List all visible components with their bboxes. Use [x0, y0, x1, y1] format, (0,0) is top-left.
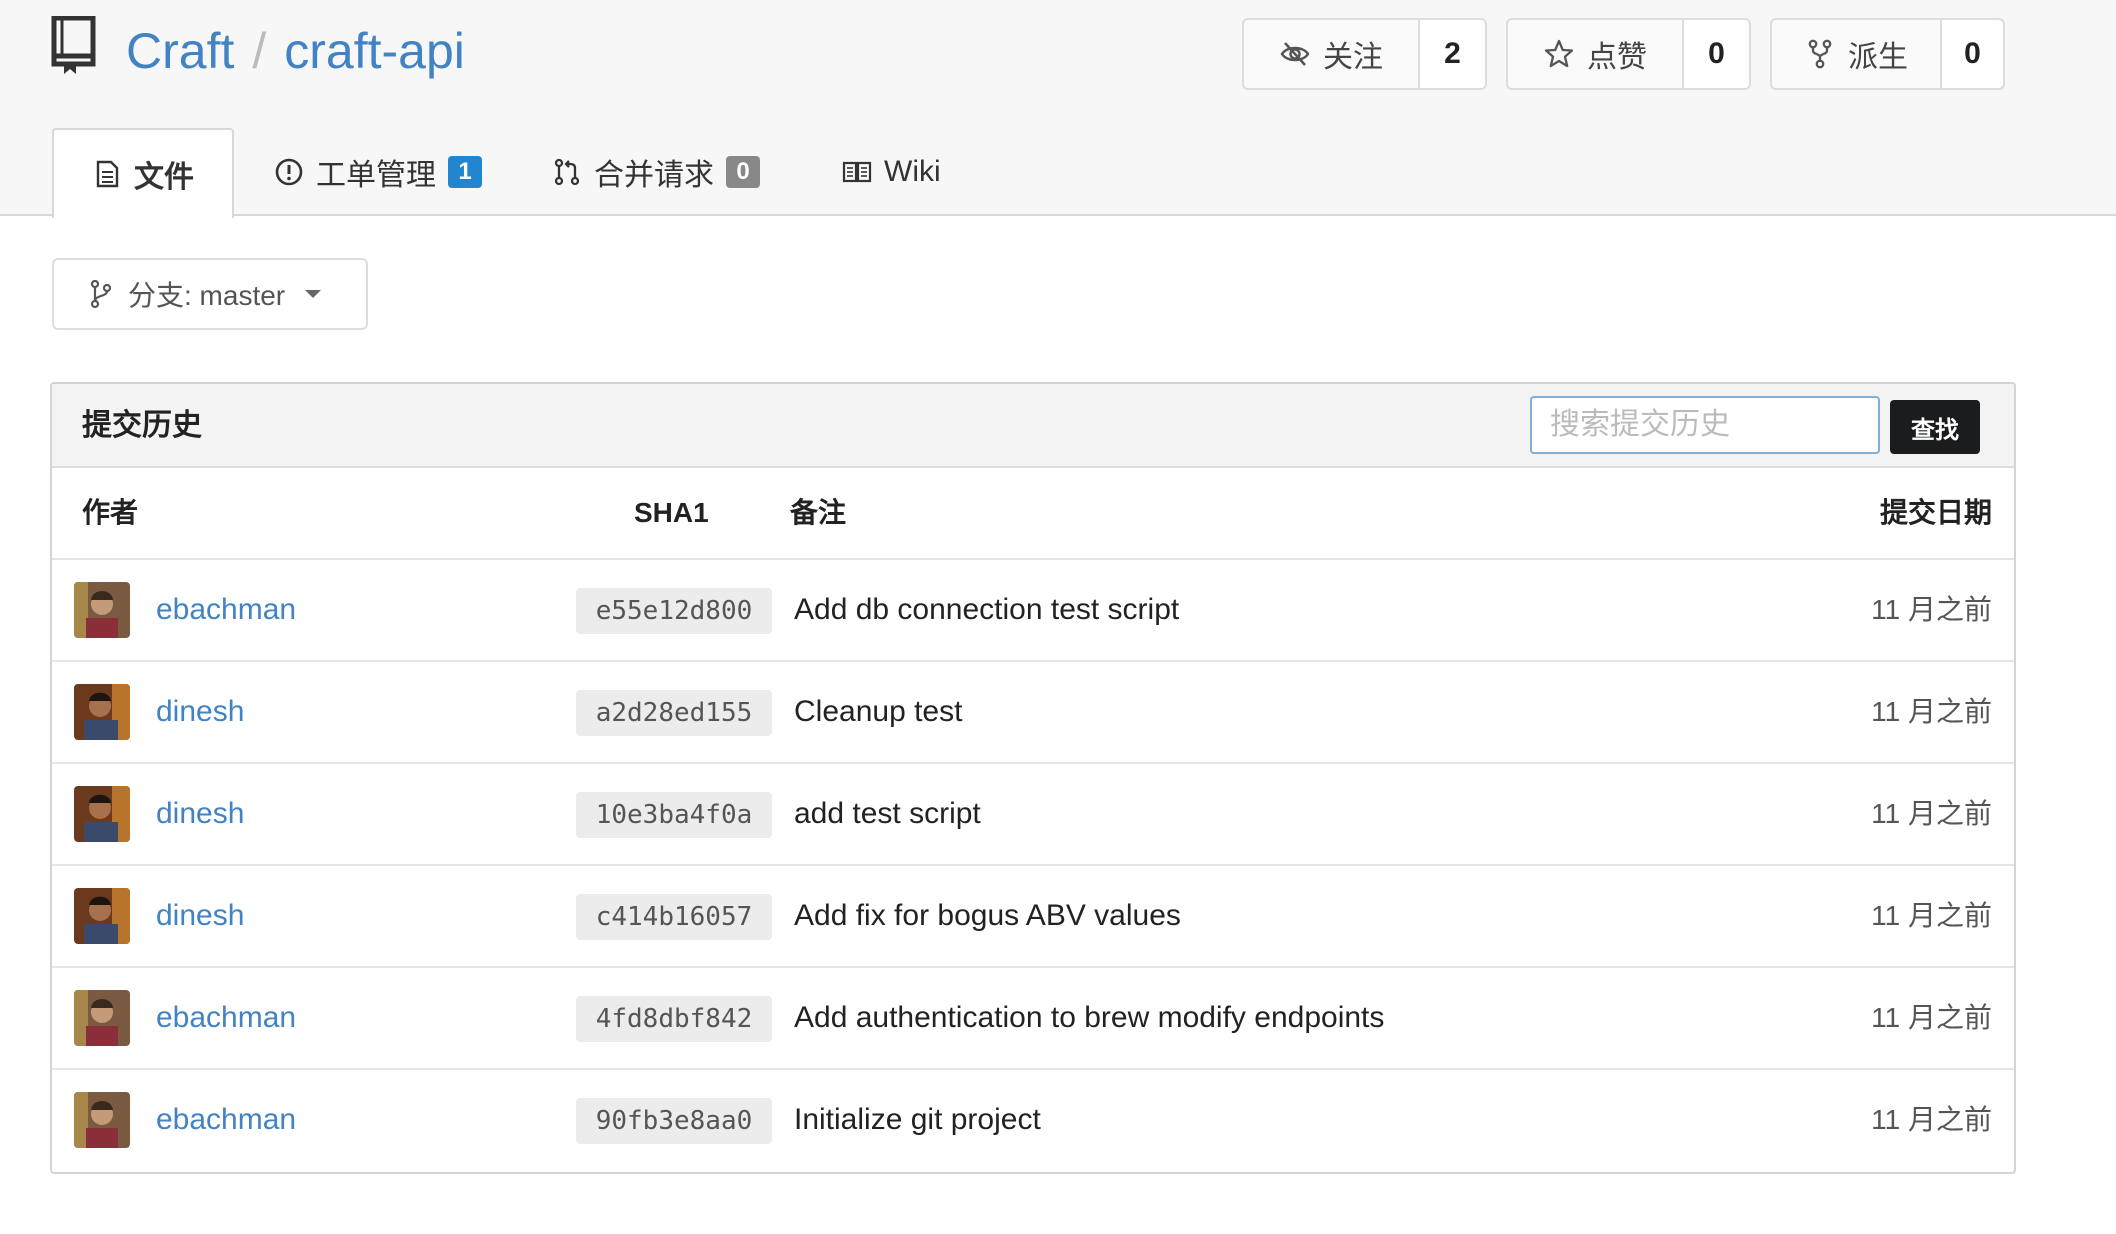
column-message: 备注 [790, 497, 847, 528]
tab-pull-requests[interactable]: 合并请求 0 [552, 128, 760, 216]
watch-button[interactable]: 关注 [1244, 20, 1420, 88]
commit-author-link[interactable]: dinesh [156, 764, 244, 864]
chevron-down-icon [305, 290, 322, 298]
commit-history-header: 提交历史 查找 [52, 384, 2014, 468]
repo-book-icon [51, 16, 96, 74]
eye-slash-icon [1280, 42, 1310, 66]
commit-sha-button[interactable]: e55e12d800 [576, 588, 772, 634]
watch-label: 关注 [1323, 41, 1383, 74]
repo-name-link[interactable]: craft-api [284, 23, 465, 79]
commit-author-link[interactable]: ebachman [156, 560, 296, 660]
star-icon [1544, 39, 1574, 68]
commit-table-header: 作者 SHA1 备注 提交日期 [52, 468, 2014, 560]
fork-button-group: 派生 0 [1770, 18, 2005, 90]
tab-issues[interactable]: 工单管理 1 [274, 128, 482, 216]
commit-message: add test script [794, 797, 981, 830]
commit-row: dinesh c414b16057 Add fix for bogus ABV … [52, 866, 2014, 968]
commit-sha-button[interactable]: c414b16057 [576, 894, 772, 940]
tab-files[interactable]: 文件 [52, 128, 234, 218]
commit-message: Add authentication to brew modify endpoi… [794, 1001, 1385, 1034]
commit-message: Initialize git project [794, 1103, 1041, 1136]
pull-request-icon [554, 158, 580, 186]
repo-owner-link[interactable]: Craft [126, 23, 234, 79]
commit-row: dinesh a2d28ed155 Cleanup test 11 月之前 [52, 662, 2014, 764]
tab-wiki[interactable]: Wiki [842, 128, 941, 216]
avatar[interactable] [74, 888, 130, 944]
commit-message: Add db connection test script [794, 593, 1180, 626]
commit-date: 11 月之前 [1871, 900, 1992, 931]
commit-date: 11 月之前 [1871, 594, 1992, 625]
commit-row: ebachman e55e12d800 Add db connection te… [52, 560, 2014, 662]
pull-requests-count-badge: 0 [726, 156, 760, 188]
branch-dropdown[interactable]: 分支: master [52, 258, 368, 330]
branch-icon [90, 279, 112, 309]
issue-opened-icon [275, 158, 303, 186]
star-label: 点赞 [1587, 41, 1647, 74]
star-button-group: 点赞 0 [1506, 18, 1751, 90]
fork-label: 派生 [1848, 41, 1908, 74]
watch-count[interactable]: 2 [1420, 20, 1485, 88]
commit-sha-button[interactable]: a2d28ed155 [576, 690, 772, 736]
column-sha: SHA1 [634, 497, 709, 528]
avatar[interactable] [74, 786, 130, 842]
file-text-icon [96, 160, 119, 188]
commit-row: dinesh 10e3ba4f0a add test script 11 月之前 [52, 764, 2014, 866]
fork-count[interactable]: 0 [1942, 20, 2003, 88]
fork-button[interactable]: 派生 [1772, 20, 1942, 88]
tab-issues-label: 工单管理 [316, 159, 436, 192]
commit-sha-button[interactable]: 90fb3e8aa0 [576, 1098, 772, 1144]
commit-author-link[interactable]: ebachman [156, 1070, 296, 1170]
commit-date: 11 月之前 [1871, 1002, 1992, 1033]
tab-pull-requests-label: 合并请求 [594, 159, 714, 192]
search-button[interactable]: 查找 [1890, 400, 1980, 454]
fork-icon [1808, 39, 1832, 69]
avatar[interactable] [74, 1092, 130, 1148]
branch-label: 分支: master [128, 280, 286, 311]
avatar[interactable] [74, 684, 130, 740]
commit-author-link[interactable]: dinesh [156, 866, 244, 966]
issues-count-badge: 1 [448, 156, 482, 188]
watch-button-group: 关注 2 [1242, 18, 1487, 90]
commit-message: Add fix for bogus ABV values [794, 899, 1181, 932]
tab-files-label: 文件 [134, 161, 194, 194]
commit-sha-button[interactable]: 10e3ba4f0a [576, 792, 772, 838]
repo-title: Craft / craft-api [126, 16, 465, 86]
commit-author-link[interactable]: ebachman [156, 968, 296, 1068]
avatar[interactable] [74, 990, 130, 1046]
commit-history-panel: 提交历史 查找 作者 SHA1 备注 提交日期 ebachman e55e12d… [50, 382, 2016, 1174]
commit-row: ebachman 4fd8dbf842 Add authentication t… [52, 968, 2014, 1070]
commit-sha-button[interactable]: 4fd8dbf842 [576, 996, 772, 1042]
avatar[interactable] [74, 582, 130, 638]
star-count[interactable]: 0 [1684, 20, 1749, 88]
column-date: 提交日期 [1879, 497, 1992, 528]
commit-message: Cleanup test [794, 695, 963, 728]
commit-author-link[interactable]: dinesh [156, 662, 244, 762]
repo-separator: / [252, 23, 267, 79]
commit-date: 11 月之前 [1871, 1104, 1992, 1135]
commit-search-input[interactable] [1530, 396, 1880, 454]
commit-history-title: 提交历史 [82, 409, 202, 442]
star-button[interactable]: 点赞 [1508, 20, 1684, 88]
commit-date: 11 月之前 [1871, 798, 1992, 829]
book-open-icon [842, 161, 872, 183]
commit-date: 11 月之前 [1871, 696, 1992, 727]
tab-wiki-label: Wiki [884, 155, 941, 188]
column-author: 作者 [82, 497, 139, 528]
commit-row: ebachman 90fb3e8aa0 Initialize git proje… [52, 1070, 2014, 1172]
